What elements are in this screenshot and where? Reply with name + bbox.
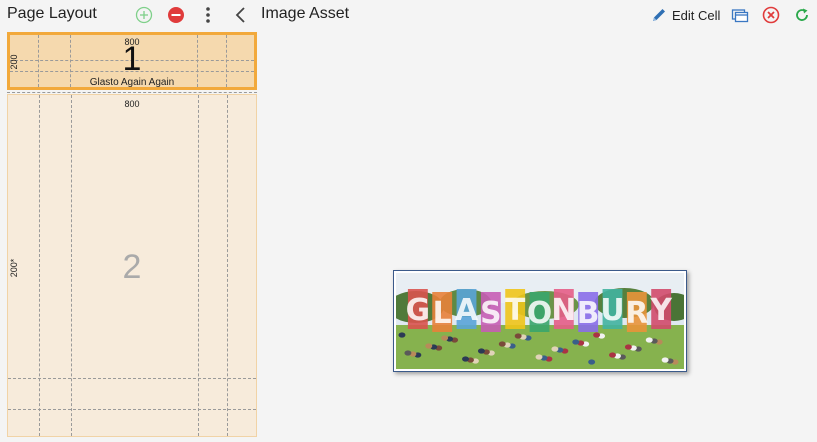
- more-options-button[interactable]: [198, 5, 218, 25]
- sign-letter: B: [577, 296, 600, 331]
- sign-letter: A: [455, 293, 478, 328]
- crowd-person: [498, 341, 506, 347]
- pencil-icon: [653, 9, 665, 21]
- page-layout-title: Page Layout: [7, 5, 97, 22]
- sign-letter: N: [551, 293, 576, 328]
- sign-letter: G: [406, 293, 430, 328]
- crowd-person: [624, 344, 632, 350]
- crowd-person: [477, 348, 485, 354]
- layout-cell-1[interactable]: 800 200 1 Glasto Again Again: [7, 32, 257, 90]
- sign-letters: GLASTONBURY: [406, 289, 672, 332]
- sign-letter: Y: [649, 293, 672, 328]
- chevron-left-icon: [235, 7, 245, 23]
- add-circle-icon: [135, 6, 153, 24]
- sign-letter: R: [625, 296, 648, 331]
- sign-letter: O: [527, 296, 552, 331]
- crowd-person: [661, 357, 669, 363]
- crowd-person: [441, 335, 449, 341]
- back-button[interactable]: [230, 5, 250, 25]
- edit-cell-label: Edit Cell: [672, 7, 721, 23]
- crowd-person: [425, 343, 433, 349]
- remove-circle-icon: [168, 7, 184, 23]
- crowd-person: [572, 339, 580, 345]
- close-circle-icon: [762, 6, 780, 24]
- more-vertical-icon: [206, 7, 210, 23]
- refresh-icon: [796, 8, 808, 21]
- close-button[interactable]: [761, 5, 781, 25]
- cell-number: 2: [122, 248, 142, 286]
- image-asset-thumbnail[interactable]: GLASTONBURY: [393, 270, 687, 372]
- layout-cell-2[interactable]: 800 200* 2: [7, 94, 257, 437]
- sign-letter: U: [600, 293, 624, 328]
- sign-letter: S: [480, 296, 501, 331]
- refresh-button[interactable]: [792, 5, 812, 25]
- glastonbury-photo: GLASTONBURY: [396, 273, 684, 369]
- row-guide: [8, 378, 256, 379]
- crowd-person: [404, 350, 412, 356]
- row-guide: [8, 409, 256, 410]
- crowd-person: [535, 354, 543, 360]
- top-bar: Page Layout Image Asset Edit Cell: [0, 0, 817, 30]
- remove-cell-button[interactable]: [166, 5, 186, 25]
- crowd-person: [462, 356, 469, 362]
- cell-number: 1: [122, 40, 142, 78]
- edit-cell-button[interactable]: Edit Cell: [651, 5, 720, 25]
- window-icon: [731, 9, 749, 23]
- cell-name: Glasto Again Again: [89, 77, 175, 88]
- image-asset-title: Image Asset: [261, 5, 350, 22]
- crowd-person: [609, 352, 616, 358]
- crowd-person: [551, 346, 559, 352]
- cell-width-label: 800: [124, 99, 140, 109]
- crowd-person: [514, 333, 522, 339]
- add-cell-button[interactable]: [134, 5, 154, 25]
- crowd-person: [398, 332, 406, 338]
- sign-letter: L: [433, 296, 452, 331]
- crowd-person: [645, 337, 653, 343]
- crowd-person: [588, 359, 596, 365]
- sign-letter: T: [505, 293, 526, 328]
- page-layout-panel: 800 200 1 Glasto Again Again 800 200* 2: [7, 32, 257, 437]
- cell-separator: [7, 92, 257, 93]
- crowd-person: [593, 332, 601, 338]
- preview-button[interactable]: [730, 5, 750, 25]
